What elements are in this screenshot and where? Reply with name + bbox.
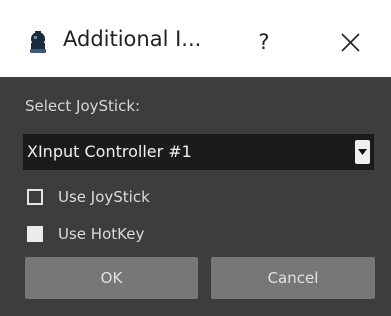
close-icon [330, 33, 370, 66]
use-hotkey-option[interactable]: Use HotKey [27, 225, 227, 246]
joystick-selected-value: XInput Controller #1 [27, 142, 192, 161]
joystick-icon [29, 31, 47, 53]
dialog-window: Additional I... ? Select JoyStick: XInpu… [0, 0, 391, 316]
use-joystick-checkbox[interactable] [27, 189, 43, 205]
select-joystick-label: Select JoyStick: [25, 97, 141, 115]
use-joystick-option[interactable]: Use JoyStick [27, 188, 227, 209]
dropdown-arrow-button[interactable] [355, 140, 370, 164]
help-button[interactable]: ? [244, 22, 284, 62]
window-title: Additional I... [63, 27, 202, 51]
cancel-button[interactable]: Cancel [211, 257, 375, 299]
title-bar: Additional I... ? [0, 0, 391, 77]
use-hotkey-checkbox[interactable] [27, 226, 43, 242]
ok-button[interactable]: OK [25, 257, 198, 299]
joystick-dropdown[interactable]: XInput Controller #1 [23, 134, 374, 170]
use-hotkey-label: Use HotKey [58, 225, 145, 243]
close-button[interactable] [330, 22, 370, 62]
use-joystick-label: Use JoyStick [58, 188, 150, 206]
